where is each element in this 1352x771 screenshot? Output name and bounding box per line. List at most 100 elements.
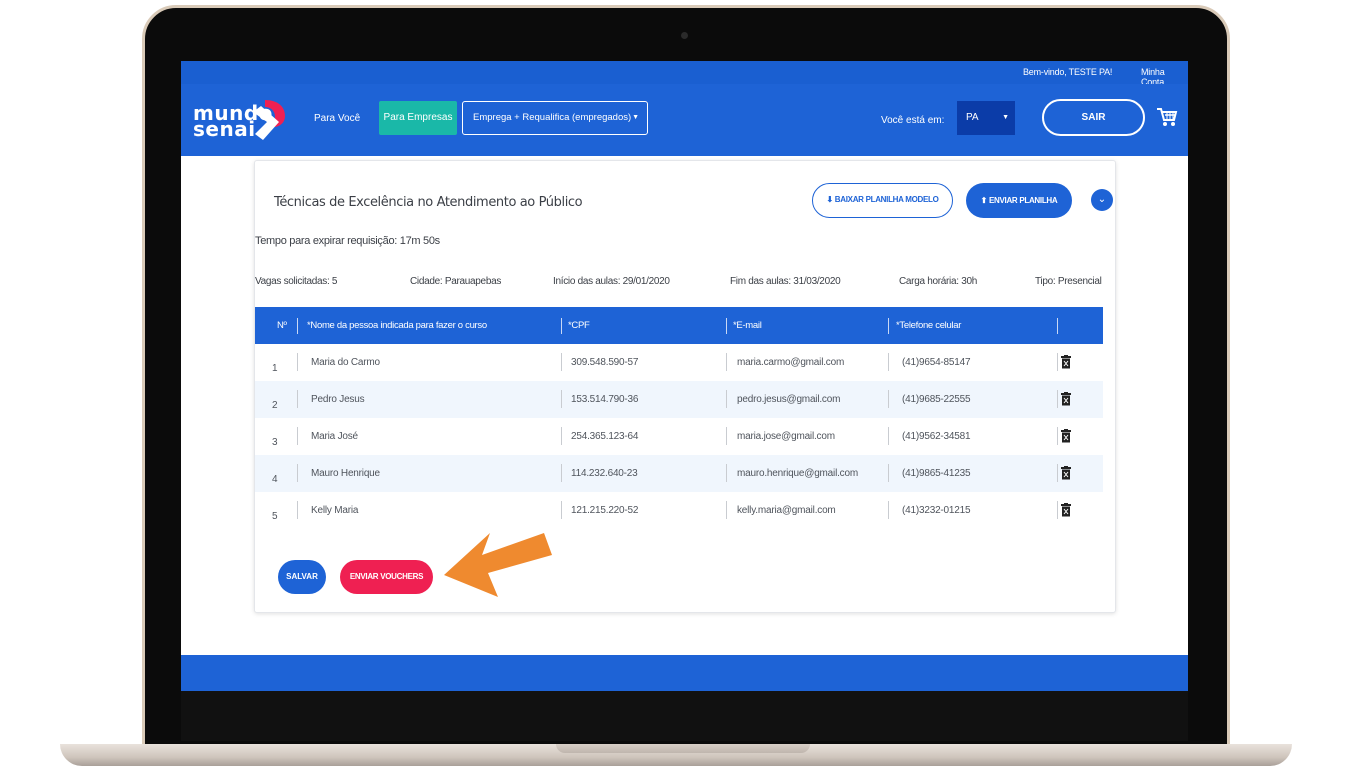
email-field[interactable]: maria.carmo@gmail.com xyxy=(737,344,844,381)
info-tipo: Tipo: Presencial xyxy=(1035,276,1102,287)
name-field[interactable]: Kelly Maria xyxy=(311,492,358,529)
cell-divider xyxy=(561,501,562,519)
request-card: Técnicas de Excelência no Atendimento ao… xyxy=(254,160,1116,613)
welcome-text: Bem-vindo, TESTE PA! xyxy=(1023,67,1113,77)
upload-spreadsheet-button[interactable]: ⬆ ENVIAR PLANILHA xyxy=(966,183,1072,218)
info-fim: Fim das aulas: 31/03/2020 xyxy=(730,276,841,287)
location-label: Você está em: xyxy=(881,115,945,126)
cpf-field[interactable]: 254.365.123-64 xyxy=(571,418,638,455)
email-field[interactable]: kelly.maria@gmail.com xyxy=(737,492,836,529)
phone-field[interactable]: (41)9654-85147 xyxy=(902,344,971,381)
phone-field[interactable]: (41)9685-22555 xyxy=(902,381,971,418)
cell-divider xyxy=(297,464,298,482)
header-divider xyxy=(888,318,889,334)
phone-field[interactable]: (41)9562-34581 xyxy=(902,418,971,455)
program-select[interactable]: Emprega + Requalifica (empregados) ▼ xyxy=(462,101,648,135)
expire-timer: Tempo para expirar requisição: 17m 50s xyxy=(255,235,440,247)
table-row: 4 Mauro Henrique 114.232.640-23 mauro.he… xyxy=(255,455,1103,492)
table-header: Nº *Nome da pessoa indicada para fazer o… xyxy=(255,307,1103,344)
cell-divider xyxy=(1057,501,1058,519)
laptop-camera xyxy=(681,32,688,39)
cell-divider xyxy=(297,390,298,408)
top-utility-bar: Bem-vindo, TESTE PA! Minha Conta xyxy=(181,61,1188,87)
download-template-label: BAIXAR PLANILHA MODELO xyxy=(834,195,939,204)
course-title: Técnicas de Excelência no Atendimento ao… xyxy=(274,195,583,210)
cell-divider xyxy=(297,353,298,371)
table-row: 5 Kelly Maria 121.215.220-52 kelly.maria… xyxy=(255,492,1103,529)
email-field[interactable]: maria.jose@gmail.com xyxy=(737,418,835,455)
location-select[interactable]: PA ▼ xyxy=(957,101,1015,135)
header-cpf: *CPF xyxy=(568,320,590,331)
logout-button[interactable]: SAIR xyxy=(1042,99,1145,136)
upload-icon: ⬆ xyxy=(980,196,988,205)
send-vouchers-button[interactable]: ENVIAR VOUCHERS xyxy=(340,560,433,594)
cell-divider xyxy=(888,390,889,408)
table-row: 3 Maria José 254.365.123-64 maria.jose@g… xyxy=(255,418,1103,455)
header-divider xyxy=(297,318,298,334)
cell-divider xyxy=(297,427,298,445)
cpf-field[interactable]: 153.514.790-36 xyxy=(571,381,638,418)
header-numero: Nº xyxy=(277,320,287,331)
cell-divider xyxy=(726,353,727,371)
cell-divider xyxy=(561,427,562,445)
collapse-chevron-button[interactable]: ⌄ xyxy=(1091,189,1113,211)
header-nome: *Nome da pessoa indicada para fazer o cu… xyxy=(307,320,487,331)
info-inicio: Início das aulas: 29/01/2020 xyxy=(553,276,670,287)
save-button[interactable]: SALVAR xyxy=(278,560,326,594)
table-row: 2 Pedro Jesus 153.514.790-36 pedro.jesus… xyxy=(255,381,1103,418)
cell-divider xyxy=(1057,353,1058,371)
cell-divider xyxy=(726,390,727,408)
laptop-notch xyxy=(556,744,810,753)
upload-spreadsheet-label: ENVIAR PLANILHA xyxy=(988,196,1058,205)
cell-divider xyxy=(888,464,889,482)
trash-icon[interactable] xyxy=(1061,466,1071,480)
cell-divider xyxy=(1057,390,1058,408)
name-field[interactable]: Maria do Carmo xyxy=(311,344,380,381)
header-telefone: *Telefone celular xyxy=(896,320,962,331)
download-template-button[interactable]: ⬇ BAIXAR PLANILHA MODELO xyxy=(812,183,953,218)
nav-para-empresas[interactable]: Para Empresas xyxy=(379,101,457,135)
name-field[interactable]: Maria José xyxy=(311,418,358,455)
email-field[interactable]: mauro.henrique@gmail.com xyxy=(737,455,858,492)
trash-icon[interactable] xyxy=(1061,392,1071,406)
email-field[interactable]: pedro.jesus@gmail.com xyxy=(737,381,840,418)
table-row: 1 Maria do Carmo 309.548.590-57 maria.ca… xyxy=(255,344,1103,381)
cell-divider xyxy=(888,501,889,519)
cell-divider xyxy=(1057,427,1058,445)
shopping-cart-icon[interactable] xyxy=(1156,106,1178,128)
chevron-down-icon: ⌄ xyxy=(1097,194,1107,205)
browser-screen: Bem-vindo, TESTE PA! Minha Conta mundo s… xyxy=(181,61,1188,691)
site-header: mundo senai Para Você Para Empresas Empr… xyxy=(181,84,1188,156)
cell-divider xyxy=(726,427,727,445)
trash-icon[interactable] xyxy=(1061,503,1071,517)
location-select-value: PA xyxy=(966,112,979,123)
name-field[interactable]: Mauro Henrique xyxy=(311,455,380,492)
trash-icon[interactable] xyxy=(1061,355,1071,369)
cpf-field[interactable]: 121.215.220-52 xyxy=(571,492,638,529)
header-email: *E-mail xyxy=(733,320,762,331)
caret-down-icon: ▼ xyxy=(1002,114,1009,121)
cell-divider xyxy=(726,501,727,519)
name-field[interactable]: Pedro Jesus xyxy=(311,381,365,418)
phone-field[interactable]: (41)9865-41235 xyxy=(902,455,971,492)
site-footer xyxy=(181,655,1188,691)
trash-icon[interactable] xyxy=(1061,429,1071,443)
header-divider xyxy=(561,318,562,334)
phone-field[interactable]: (41)3232-01215 xyxy=(902,492,971,529)
cell-divider xyxy=(888,353,889,371)
info-carga: Carga horária: 30h xyxy=(899,276,977,287)
cell-divider xyxy=(561,353,562,371)
header-divider xyxy=(1057,318,1058,334)
row-number: 5 xyxy=(272,511,278,522)
program-select-value: Emprega + Requalifica (empregados) xyxy=(473,112,632,123)
cell-divider xyxy=(888,427,889,445)
nav-para-voce[interactable]: Para Você xyxy=(314,113,360,124)
cpf-field[interactable]: 309.548.590-57 xyxy=(571,344,638,381)
cell-divider xyxy=(297,501,298,519)
orange-pointer-arrow xyxy=(444,533,552,597)
download-icon: ⬇ xyxy=(826,195,833,204)
laptop-screen-chin xyxy=(181,691,1188,741)
cpf-field[interactable]: 114.232.640-23 xyxy=(571,455,638,492)
caret-down-icon: ▼ xyxy=(632,114,639,121)
laptop-mockup: Bem-vindo, TESTE PA! Minha Conta mundo s… xyxy=(0,0,1352,771)
